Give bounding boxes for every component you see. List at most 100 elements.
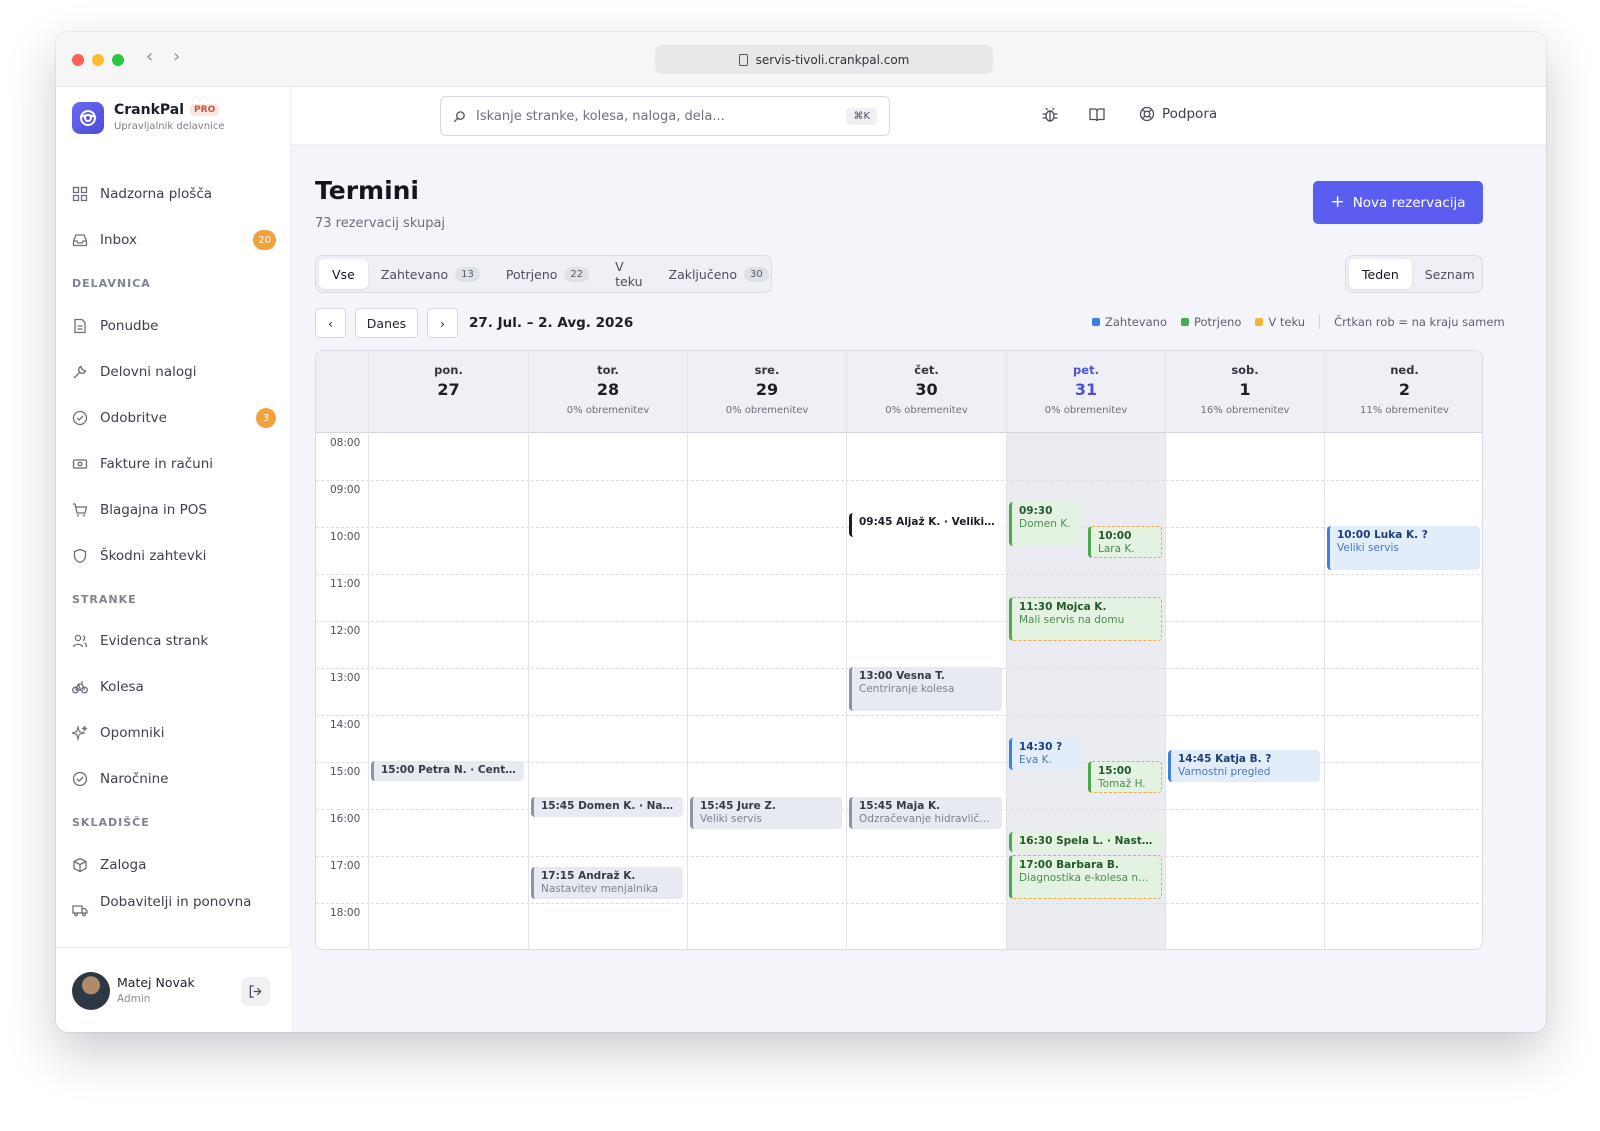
brand[interactable]: CrankPal PRO Upravljalnik delavnice xyxy=(72,102,224,134)
sidebar-item-label: Kolesa xyxy=(100,679,144,695)
users-icon xyxy=(72,634,88,648)
section-label-workshop: DELAVNICA xyxy=(72,277,151,290)
sidebar-item-pos[interactable]: Blagajna in POS xyxy=(72,493,276,527)
back-icon[interactable]: ‹ xyxy=(146,46,153,67)
tab-completed[interactable]: Zaključeno 30 xyxy=(656,259,782,289)
hour-line xyxy=(316,856,1482,857)
tab-count: 13 xyxy=(455,266,480,282)
bicycle-icon xyxy=(72,681,88,694)
brand-name: CrankPal xyxy=(114,102,185,118)
appointment-card[interactable]: 15:00 Petra N. · Centriran... xyxy=(371,761,524,781)
hour-label: 11:00 xyxy=(330,578,361,590)
sidebar-item-dashboard[interactable]: Nadzorna plošča xyxy=(72,177,276,211)
date-range: 27. Jul. – 2. Avg. 2026 xyxy=(469,315,634,331)
minimize-window-icon[interactable] xyxy=(92,54,104,66)
page-icon xyxy=(738,53,748,66)
support-link[interactable]: Podpora xyxy=(1139,106,1217,122)
tab-label: Potrjeno xyxy=(505,266,558,282)
book-icon[interactable] xyxy=(1088,106,1106,124)
view-list-button[interactable]: Seznam xyxy=(1412,259,1488,289)
appointment-card[interactable]: 15:45 Jure Z. Veliki servis xyxy=(690,797,842,829)
new-reservation-button[interactable]: + Nova rezervacija xyxy=(1313,181,1483,224)
hour-label: 13:00 xyxy=(330,672,361,684)
sidebar-item-label: Škodni zahtevki xyxy=(100,548,207,564)
banknote-icon xyxy=(72,459,88,469)
hour-label: 15:00 xyxy=(330,766,361,778)
tab-count: 30 xyxy=(743,266,769,282)
appointment-card[interactable]: 09:30 Domen K. xyxy=(1009,502,1081,546)
day-column[interactable] xyxy=(1324,433,1482,949)
sidebar-item-subscriptions[interactable]: Naročnine xyxy=(72,762,276,796)
sidebar-item-stock[interactable]: Zaloga xyxy=(72,848,276,882)
time-gutter-header xyxy=(316,351,368,433)
day-column[interactable] xyxy=(1165,433,1324,949)
tab-confirmed[interactable]: Potrjeno 22 xyxy=(493,259,602,289)
sidebar: CrankPal PRO Upravljalnik delavnice Nadzo… xyxy=(56,87,291,1032)
appointment-card[interactable]: 14:30 ? Eva K. xyxy=(1009,738,1081,770)
appointment-card[interactable]: 14:45 Katja B. ? Varnostni pregled xyxy=(1168,750,1320,782)
appointment-card[interactable]: 15:45 Domen K. · Nastavi... xyxy=(531,797,683,817)
main-content: Termini 73 rezervacij skupaj + Nova reze… xyxy=(291,145,1546,1032)
appointment-card[interactable]: 13:00 Vesna T. Centriranje kolesa xyxy=(849,667,1002,711)
today-button[interactable]: Danes xyxy=(355,308,418,338)
sidebar-item-work-orders[interactable]: Delovni nalogi xyxy=(72,355,276,389)
sidebar-item-reminders[interactable]: Opomniki xyxy=(72,716,276,750)
inbox-count-badge: 20 xyxy=(253,230,276,250)
section-label-warehouse: SKLADIŠČE xyxy=(72,816,150,829)
prev-week-button[interactable]: ‹ xyxy=(315,308,346,338)
appointment-card[interactable]: 10:00 Luka K. ? Veliki servis xyxy=(1327,526,1480,570)
logout-button[interactable] xyxy=(241,977,270,1006)
appointment-card[interactable]: 11:30 Mojca K. Mali servis na domu xyxy=(1009,597,1162,641)
bug-icon[interactable] xyxy=(1041,106,1059,124)
hour-line xyxy=(316,574,1482,575)
appointment-card[interactable]: 16:30 Špela L. · Nastavite... xyxy=(1009,832,1162,852)
sidebar-item-suppliers[interactable]: Dobavitelji in ponovna xyxy=(72,894,276,920)
day-header-fri: pet. 31 0% obremenitev xyxy=(1006,351,1165,433)
appointment-card[interactable]: 09:45 Aljaž K. · Veliki ser... xyxy=(849,513,1003,537)
hour-line xyxy=(316,480,1482,481)
plus-icon: + xyxy=(1330,192,1345,212)
approvals-count-badge: 3 xyxy=(256,408,276,428)
view-toggle: Teden Seznam xyxy=(1345,255,1483,293)
forward-icon[interactable]: › xyxy=(173,46,180,67)
sidebar-item-bikes[interactable]: Kolesa xyxy=(72,670,276,704)
appointment-card[interactable]: 15:45 Maja K. Odzračevanje hidravličnih .… xyxy=(849,797,1002,829)
sidebar-item-label: Ponudbe xyxy=(100,318,159,334)
hour-label: 16:00 xyxy=(330,813,361,825)
tab-in-progress[interactable]: V teku xyxy=(602,259,655,289)
sidebar-item-customers[interactable]: Evidenca strank xyxy=(72,624,276,658)
view-week-button[interactable]: Teden xyxy=(1349,259,1412,289)
page-title: Termini xyxy=(315,176,420,205)
day-column[interactable] xyxy=(368,433,528,949)
search-placeholder: Iskanje stranke, kolesa, naloga, dela... xyxy=(476,108,725,124)
next-week-button[interactable]: › xyxy=(427,308,458,338)
address-bar[interactable]: servis-tivoli.crankpal.com xyxy=(655,45,993,74)
day-header-thu: čet. 30 0% obremenitev xyxy=(846,351,1006,433)
appointment-card[interactable]: 15:00 Tomaž H. xyxy=(1088,761,1162,793)
hour-label: 12:00 xyxy=(330,625,361,637)
legend-note: Črtkan rob = na kraju samem xyxy=(1334,315,1505,329)
box-icon xyxy=(73,857,87,873)
tab-label: Zaključeno xyxy=(668,266,737,282)
appointment-card[interactable]: 10:00 Lara K. xyxy=(1088,526,1162,558)
wrench-icon xyxy=(73,365,87,379)
hour-line xyxy=(316,903,1482,904)
search-input[interactable]: Iskanje stranke, kolesa, naloga, dela...… xyxy=(440,96,890,136)
legend-divider xyxy=(1319,315,1321,329)
tab-all[interactable]: Vse xyxy=(319,259,368,289)
appointment-card[interactable]: 17:00 Barbara B. Diagnostika e-kolesa na … xyxy=(1009,855,1162,899)
appointment-card[interactable]: 17:15 Andraž K. Nastavitev menjalnika xyxy=(531,867,683,899)
tab-requested[interactable]: Zahtevano 13 xyxy=(368,259,493,289)
sidebar-item-approvals[interactable]: Odobritve 3 xyxy=(72,401,276,435)
support-label: Podpora xyxy=(1162,106,1218,122)
maximize-window-icon[interactable] xyxy=(112,54,124,66)
sidebar-item-claims[interactable]: Škodni zahtevki xyxy=(72,539,276,573)
sidebar-item-invoices[interactable]: Fakture in računi xyxy=(72,447,276,481)
sidebar-item-quotes[interactable]: Ponudbe xyxy=(72,309,276,343)
day-header-mon: pon. 27 xyxy=(368,351,528,433)
day-header-tue: tor. 28 0% obremenitev xyxy=(528,351,687,433)
close-window-icon[interactable] xyxy=(72,54,84,66)
sidebar-item-inbox[interactable]: Inbox 20 xyxy=(72,223,276,257)
avatar[interactable] xyxy=(72,972,110,1010)
day-column[interactable] xyxy=(687,433,846,949)
